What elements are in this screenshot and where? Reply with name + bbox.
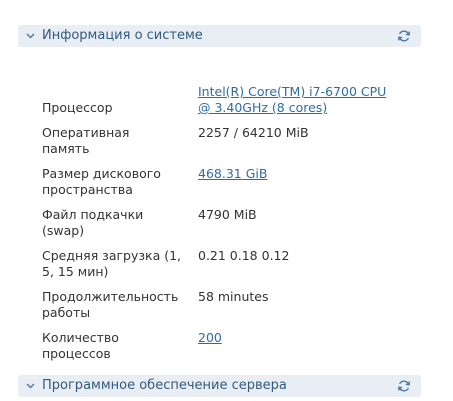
system-info-title: Информация о системе [42,28,203,43]
refresh-icon[interactable] [397,379,411,393]
swap-label-line1: Файл подкачки [42,207,144,222]
load-label-line2: 5, 15 мин) [42,264,109,279]
row-disk: Размер дискового пространства 468.31 GiB [42,166,402,200]
load-label: Средняя загрузка (1, 5, 15 мин) [42,248,184,280]
processes-label: Количество процессов [42,330,184,362]
cpu-label: Процессор [42,100,113,115]
row-ram: Оперативная память 2257 / 64210 MiB [42,125,402,159]
row-swap: Файл подкачки (swap) 4790 MiB [42,207,402,241]
chevron-down-icon[interactable] [26,25,36,47]
swap-label-line2: (swap) [42,223,85,238]
disk-label-line2: пространства [42,182,133,197]
refresh-icon[interactable] [397,29,411,43]
row-uptime: Продолжительность работы 58 minutes [42,289,402,323]
cpu-value-link[interactable]: Intel(R) Core(TM) i7-6700 CPU @ 3.40GHz … [198,84,398,116]
chevron-down-icon[interactable] [26,375,36,397]
row-load-average: Средняя загрузка (1, 5, 15 мин) 0.21 0.1… [42,248,402,282]
disk-label: Размер дискового пространства [42,166,184,198]
processes-value-link[interactable]: 200 [198,330,398,346]
load-label-line1: Средняя загрузка (1, [42,248,182,263]
swap-label: Файл подкачки (swap) [42,207,184,239]
load-value: 0.21 0.18 0.12 [198,248,290,263]
cpu-value-line2: @ 3.40GHz (8 cores) [198,100,328,115]
ram-label: Оперативная память [42,125,184,157]
cpu-value-line1: Intel(R) Core(TM) i7-6700 CPU [198,84,387,99]
uptime-label-line2: работы [42,305,91,320]
ram-label-line2: память [42,141,90,156]
row-cpu: Процессор Intel(R) Core(TM) i7-6700 CPU … [42,84,402,118]
server-software-title: Программное обеспечение сервера [42,378,287,393]
uptime-value: 58 minutes [198,289,269,304]
system-info-panel-header[interactable]: Информация о системе [18,25,421,47]
uptime-label: Продолжительность работы [42,289,184,321]
disk-label-line1: Размер дискового [42,166,161,181]
processes-label-line1: Количество [42,330,119,345]
swap-value: 4790 MiB [198,207,257,222]
processes-label-line2: процессов [42,346,111,361]
uptime-label-line1: Продолжительность [42,289,179,304]
disk-value-link[interactable]: 468.31 GiB [198,166,398,182]
server-software-panel-header[interactable]: Программное обеспечение сервера [18,375,421,397]
ram-value: 2257 / 64210 MiB [198,125,309,140]
row-processes: Количество процессов 200 [42,330,402,364]
ram-label-line1: Оперативная [42,125,130,140]
